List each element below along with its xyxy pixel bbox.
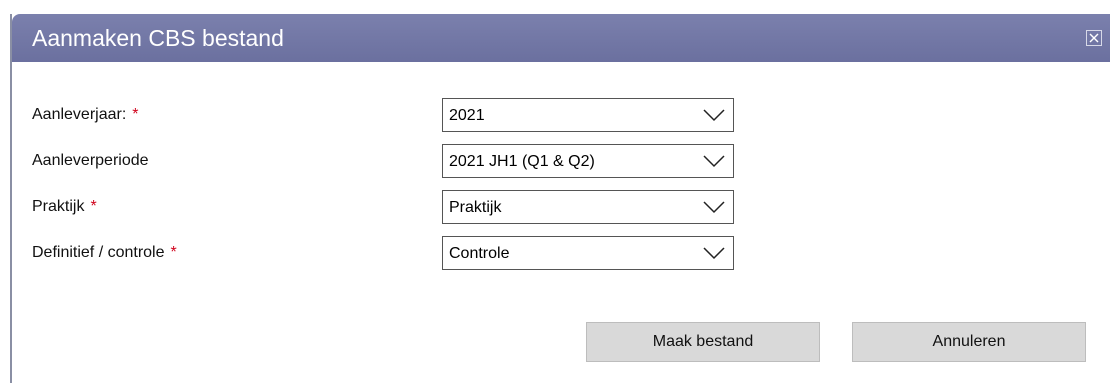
form-row-aanleverperiode: Aanleverperiode 2021 JH1 (Q1 & Q2) bbox=[32, 144, 752, 178]
definitief-controle-value: Controle bbox=[449, 245, 510, 262]
close-button[interactable] bbox=[1086, 30, 1102, 46]
praktijk-label: Praktijk * bbox=[32, 198, 97, 215]
definitief-controle-select[interactable]: Controle bbox=[442, 236, 734, 270]
form-row-aanleverjaar: Aanleverjaar: * 2021 bbox=[32, 98, 752, 132]
definitief-controle-label: Definitief / controle * bbox=[32, 244, 177, 261]
aanleverjaar-value: 2021 bbox=[449, 107, 485, 124]
chevron-down-icon bbox=[703, 247, 725, 260]
form-row-praktijk: Praktijk * Praktijk bbox=[32, 190, 752, 224]
close-icon bbox=[1089, 33, 1099, 43]
chevron-down-icon bbox=[703, 201, 725, 214]
cancel-button[interactable]: Annuleren bbox=[852, 322, 1086, 362]
aanleverperiode-value: 2021 JH1 (Q1 & Q2) bbox=[449, 153, 595, 170]
aanleverjaar-select[interactable]: 2021 bbox=[442, 98, 734, 132]
dialog-titlebar: Aanmaken CBS bestand bbox=[12, 14, 1110, 62]
aanleverperiode-label: Aanleverperiode bbox=[32, 152, 149, 169]
required-mark: * bbox=[170, 244, 177, 261]
create-file-button[interactable]: Maak bestand bbox=[586, 322, 820, 362]
chevron-down-icon bbox=[703, 109, 725, 122]
create-cbs-file-dialog: Aanmaken CBS bestand Aanleverjaar: * 2021… bbox=[10, 14, 1110, 383]
dialog-title: Aanmaken CBS bestand bbox=[32, 25, 284, 51]
form-row-definitief-controle: Definitief / controle * Controle bbox=[32, 236, 752, 270]
aanleverperiode-select[interactable]: 2021 JH1 (Q1 & Q2) bbox=[442, 144, 734, 178]
praktijk-value: Praktijk bbox=[449, 199, 502, 216]
required-mark: * bbox=[132, 106, 139, 123]
aanleverjaar-label: Aanleverjaar: * bbox=[32, 106, 139, 123]
praktijk-select[interactable]: Praktijk bbox=[442, 190, 734, 224]
required-mark: * bbox=[90, 198, 97, 215]
chevron-down-icon bbox=[703, 155, 725, 168]
